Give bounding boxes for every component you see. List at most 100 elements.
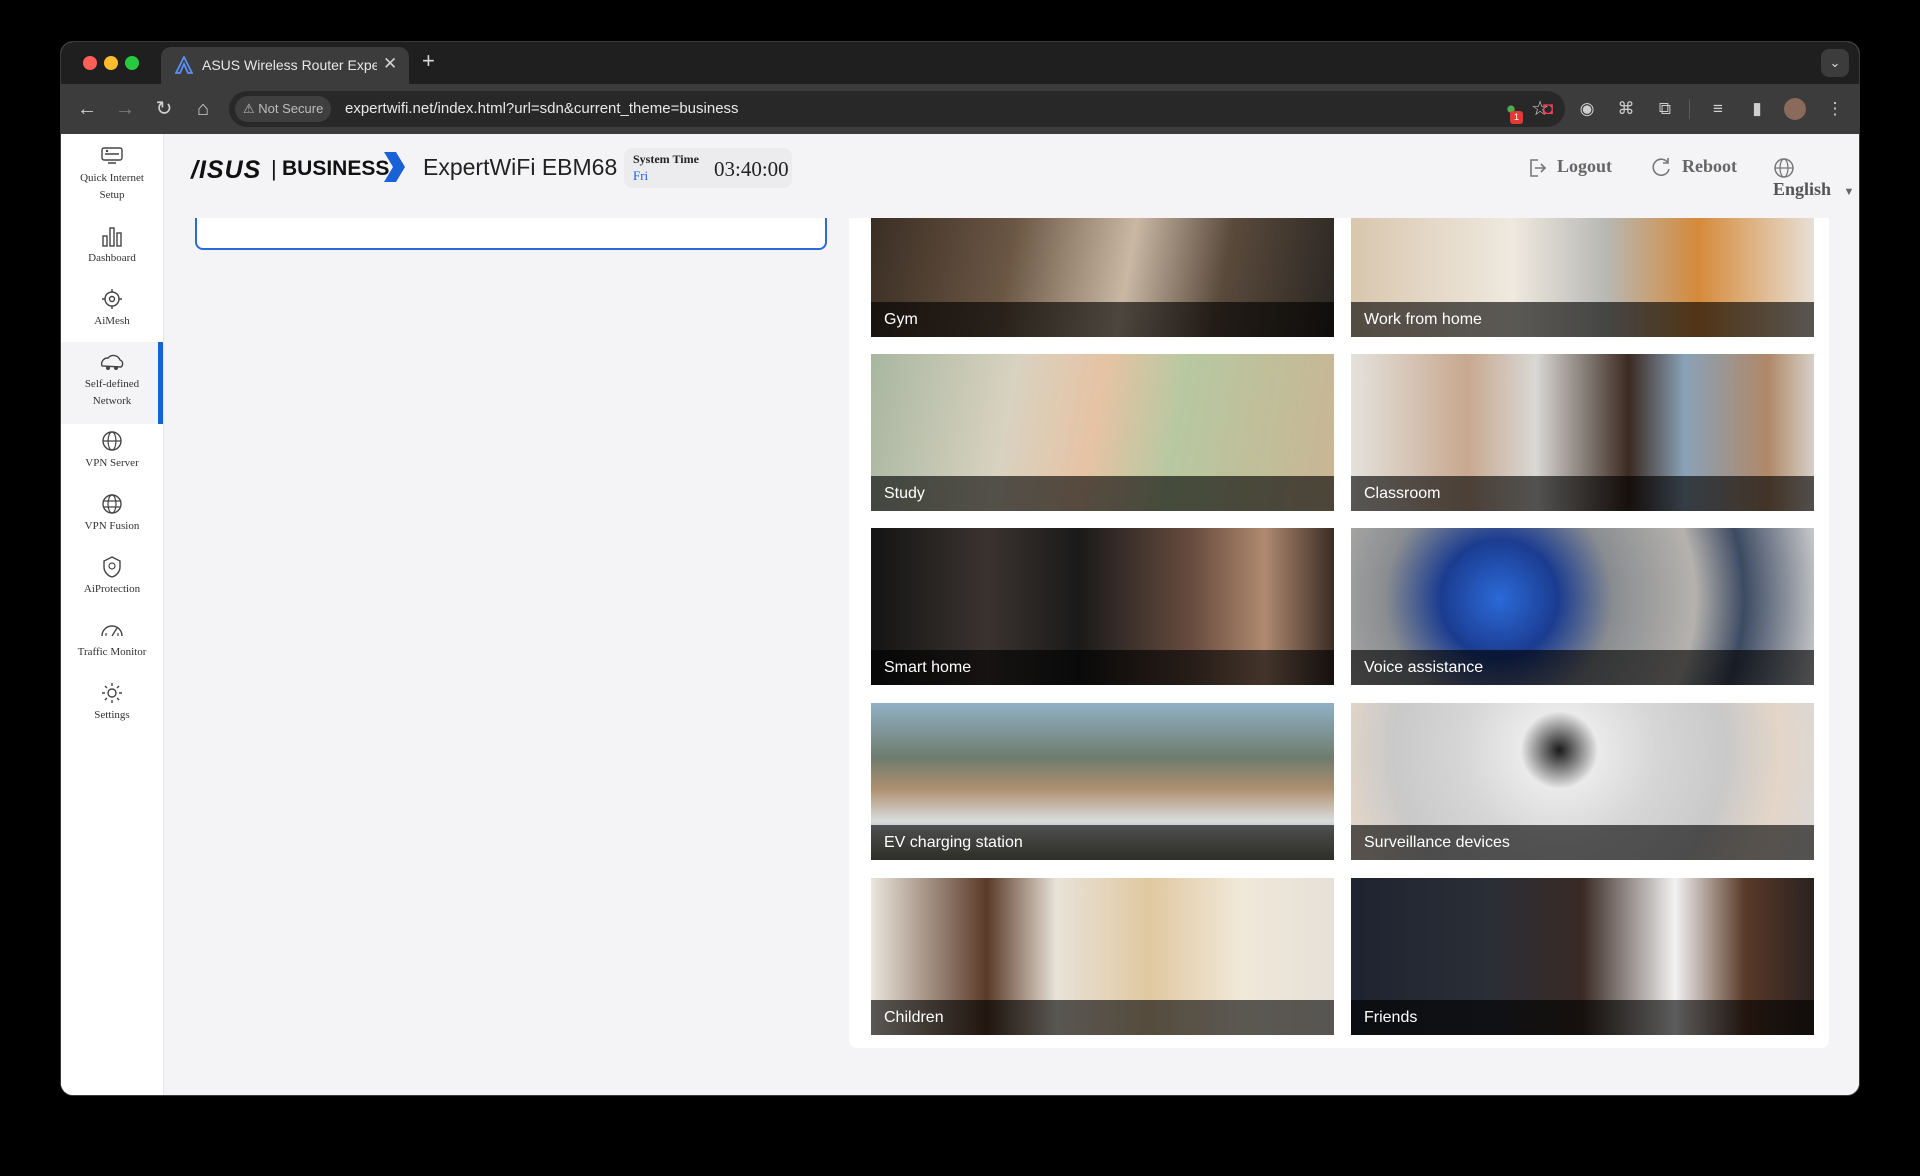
- scenario-tile-ev-charging-station[interactable]: EV charging station: [871, 703, 1334, 860]
- browser-toolbar: ← → ↻ ⌂ ⚠ Not Secure expertwifi.net/inde…: [61, 84, 1859, 134]
- logo-separator: |: [271, 156, 277, 181]
- vpn-server-icon: [102, 431, 122, 451]
- sidebar-item-quick-internet-setup[interactable]: Quick Internet Setup: [61, 144, 163, 204]
- extension-badge: 1: [1510, 111, 1523, 124]
- globe-icon: [1774, 158, 1794, 178]
- logout-label: Logout: [1557, 156, 1613, 176]
- sidebar-item-label: AiMesh: [94, 315, 130, 327]
- page-header: /ISUS | BUSINESS ExpertWiFi EBM68 System…: [164, 134, 1859, 204]
- back-arrow-icon[interactable]: ←: [73, 95, 101, 123]
- system-time-label: System Time: [633, 152, 699, 166]
- sidebar-item-label: Self-defined: [84, 378, 140, 390]
- maximize-window-button[interactable]: [125, 56, 139, 70]
- scenario-tile-work-from-home[interactable]: Work from home: [1351, 218, 1814, 337]
- sidebar-item-label: VPN Server: [85, 457, 139, 469]
- scenario-tile-surveillance-devices[interactable]: Surveillance devices: [1351, 703, 1814, 860]
- not-secure-chip[interactable]: ⚠ Not Secure: [235, 96, 332, 122]
- sidebar-item-vpn-fusion[interactable]: VPN Fusion: [61, 492, 163, 535]
- toolbar-divider: [1689, 99, 1690, 119]
- tab-search-chevron-icon[interactable]: ⌄: [1821, 49, 1849, 77]
- reboot-icon: [1652, 157, 1670, 176]
- reboot-button[interactable]: Reboot: [1650, 156, 1737, 179]
- scenario-label: Gym: [871, 302, 1334, 337]
- quick-setup-icon: [101, 147, 123, 164]
- warning-icon: ⚠: [243, 101, 255, 116]
- pocket-icon[interactable]: ◘: [1536, 97, 1560, 121]
- tab-title: ASUS Wireless Router Exper: [202, 57, 377, 73]
- scenario-label: Surveillance devices: [1351, 825, 1814, 860]
- chevron-down-icon: ▼: [1843, 185, 1855, 198]
- sidebar-item-label: Quick Internet: [80, 172, 144, 184]
- scenario-label: Study: [871, 476, 1334, 511]
- url-text[interactable]: expertwifi.net/index.html?url=sdn&curren…: [345, 100, 739, 117]
- translate-icon[interactable]: ⌘: [1614, 97, 1638, 121]
- media-queue-icon[interactable]: ≡: [1706, 97, 1730, 121]
- asus-logo: /ISUS: [191, 156, 262, 184]
- dashboard-icon: [102, 227, 122, 247]
- not-secure-label: Not Secure: [258, 101, 324, 116]
- router-admin-page: Quick Internet Setup Dashboard AiMesh Se…: [61, 134, 1859, 1095]
- tab-close-icon[interactable]: ✕: [383, 54, 397, 74]
- system-time-day: Fri: [633, 168, 649, 183]
- reboot-label: Reboot: [1682, 156, 1737, 176]
- sidebar-item-aimesh[interactable]: AiMesh: [61, 287, 163, 330]
- aimesh-icon: [102, 289, 122, 309]
- sdn-icon: [100, 354, 124, 370]
- address-bar[interactable]: ⚠ Not Secure expertwifi.net/index.html?u…: [229, 91, 1565, 127]
- sidebar-item-label: Setup: [99, 189, 125, 201]
- sidebar-item-aiprotection[interactable]: AiProtection: [61, 555, 163, 598]
- sidebar-item-label: AiProtection: [83, 583, 141, 595]
- sidebar-item-label: VPN Fusion: [84, 520, 140, 532]
- scenario-tile-children[interactable]: Children: [871, 878, 1334, 1035]
- tab-strip: ASUS Wireless Router Exper ✕ + ⌄: [61, 42, 1859, 84]
- sidebar-item-settings[interactable]: Settings: [61, 681, 163, 724]
- reload-icon[interactable]: ↻: [150, 95, 178, 123]
- asus-favicon-icon: [175, 56, 193, 74]
- business-chevron-icon: [384, 152, 405, 182]
- language-dropdown[interactable]: English ▼: [1773, 156, 1859, 200]
- system-time-value: 03:40:00: [714, 157, 789, 181]
- scenario-tile-classroom[interactable]: Classroom: [1351, 354, 1814, 511]
- new-tab-icon[interactable]: +: [422, 48, 435, 74]
- side-panel-icon[interactable]: ▮: [1745, 97, 1769, 121]
- close-window-button[interactable]: [83, 56, 97, 70]
- settings-icon: [102, 683, 122, 703]
- forward-arrow-icon[interactable]: →: [111, 95, 139, 123]
- logout-button[interactable]: Logout: [1527, 156, 1612, 179]
- active-indicator: [158, 342, 163, 424]
- scenario-tile-friends[interactable]: Friends: [1351, 878, 1814, 1035]
- logout-icon: [1530, 159, 1547, 177]
- browser-window: ASUS Wireless Router Exper ✕ + ⌄ ← → ↻ ⌂…: [61, 42, 1859, 1095]
- vpn-fusion-icon: [102, 494, 122, 514]
- scenario-label: Work from home: [1351, 302, 1814, 337]
- scenario-card: Gym Work from home Study Classroom Smart…: [849, 218, 1829, 1048]
- router-model: ExpertWiFi EBM68: [423, 154, 618, 180]
- business-logo-text: BUSINESS: [282, 157, 390, 180]
- extension-globe-icon[interactable]: ◉: [1575, 97, 1599, 121]
- scenario-label: EV charging station: [871, 825, 1334, 860]
- puzzle-icon[interactable]: ⧉: [1653, 97, 1677, 121]
- network-list-card: [195, 218, 827, 250]
- profile-avatar[interactable]: [1784, 98, 1806, 120]
- minimize-window-button[interactable]: [104, 56, 118, 70]
- scenario-label: Voice assistance: [1351, 650, 1814, 685]
- scenario-label: Friends: [1351, 1000, 1814, 1035]
- sidebar-item-dashboard[interactable]: Dashboard: [61, 224, 163, 267]
- scenario-label: Children: [871, 1000, 1334, 1035]
- language-label: English: [1773, 178, 1832, 199]
- scenario-tile-study[interactable]: Study: [871, 354, 1334, 511]
- scenario-tile-gym[interactable]: Gym: [871, 218, 1334, 337]
- sidebar-item-self-defined-network[interactable]: Self-defined Network: [61, 342, 163, 424]
- home-icon[interactable]: ⌂: [189, 95, 217, 123]
- browser-menu-icon[interactable]: ⋮: [1823, 97, 1847, 121]
- scenario-label: Smart home: [871, 650, 1334, 685]
- browser-tab-active[interactable]: ASUS Wireless Router Exper ✕: [161, 47, 409, 84]
- sidebar-item-vpn-server[interactable]: VPN Server: [61, 429, 163, 472]
- scenario-label: Classroom: [1351, 476, 1814, 511]
- scenario-tile-voice-assistance[interactable]: Voice assistance: [1351, 528, 1814, 685]
- sidebar-item-traffic-monitor[interactable]: Traffic Monitor: [61, 618, 163, 661]
- scenario-tile-smart-home[interactable]: Smart home: [871, 528, 1334, 685]
- sidebar-item-label: Dashboard: [88, 252, 136, 264]
- shield-icon: [103, 556, 121, 578]
- system-time: System Time Fri 03:40:00: [624, 148, 792, 188]
